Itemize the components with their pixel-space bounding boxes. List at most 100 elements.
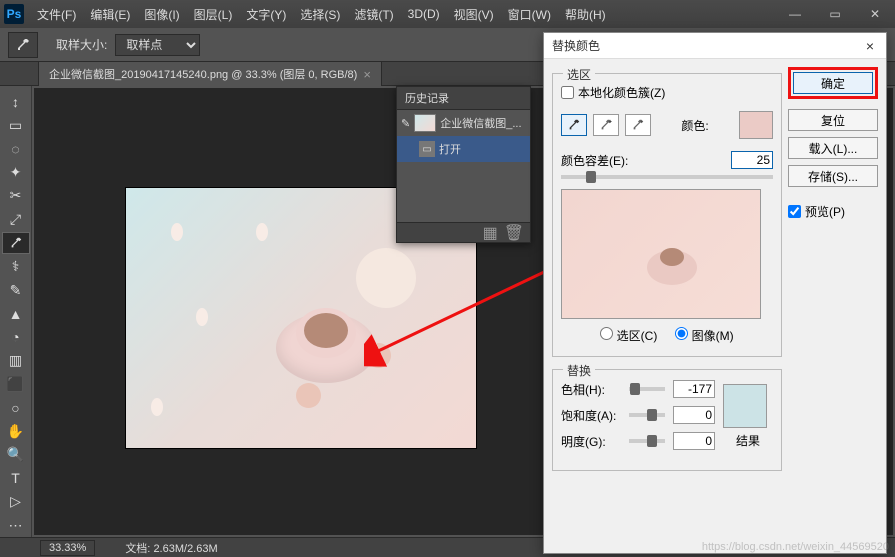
menu-select[interactable]: 选择(S) (293, 6, 347, 23)
selection-fieldset-label: 选区 (563, 66, 595, 83)
history-snapshot-row[interactable]: ✎ 企业微信截图_... (397, 110, 530, 136)
petal-decoration (196, 308, 208, 326)
color-label: 颜色: (681, 117, 708, 134)
menu-edit[interactable]: 编辑(E) (83, 6, 137, 23)
menu-3d[interactable]: 3D(D) (401, 7, 447, 21)
new-snapshot-icon[interactable]: ▦ (483, 223, 498, 243)
fuzziness-label: 颜色容差(E): (561, 152, 628, 169)
delete-state-icon[interactable]: 🗑 (504, 223, 524, 243)
history-brush-tool[interactable]: ◔ (2, 326, 30, 348)
result-label: 结果 (723, 432, 773, 449)
menu-help[interactable]: 帮助(H) (558, 6, 613, 23)
dialog-titlebar[interactable]: 替换颜色 × (544, 33, 886, 59)
watermark: https://blog.csdn.net/weixin_44569520 (702, 541, 889, 553)
load-button[interactable]: 载入(L)... (788, 137, 878, 159)
menu-view[interactable]: 视图(V) (447, 6, 501, 23)
rose-decoration (296, 383, 321, 408)
pen-tool[interactable]: 🔍 (2, 444, 30, 466)
lightness-label: 明度(G): (561, 433, 621, 450)
eyedropper-tool[interactable] (2, 232, 30, 254)
app-logo: Ps (4, 4, 24, 24)
crop-tool[interactable]: ✂ (2, 185, 30, 207)
preview-checkbox-input[interactable] (788, 205, 801, 218)
blur-tool[interactable]: ○ (2, 397, 30, 419)
dodge-tool[interactable]: ✋ (2, 420, 30, 442)
history-thumbnail (414, 114, 436, 132)
marquee-tool[interactable]: ▭ (2, 115, 30, 137)
sample-size-label: 取样大小: (56, 36, 107, 53)
menu-window[interactable]: 窗口(W) (501, 6, 558, 23)
preview-mode-image[interactable]: 图像(M) (675, 327, 733, 344)
eyedropper-sample[interactable] (561, 114, 587, 136)
tools-panel: ↕ ▭ ◌ ✦ ✂ ⤢ ⚕ ✎ ▲ ◔ ▥ ⬛ ○ ✋ 🔍 T ▷ ⋯ (0, 86, 32, 537)
saturation-label: 饱和度(A): (561, 407, 621, 424)
doc-size-label: 文档: (125, 543, 150, 555)
menu-filter[interactable]: 滤镜(T) (347, 6, 400, 23)
svg-text:-: - (641, 118, 643, 125)
more-tools[interactable]: ⋯ (2, 514, 30, 536)
history-row-label: 打开 (439, 141, 461, 157)
replace-fieldset: 替换 色相(H): 饱和度(A): (552, 369, 782, 471)
gradient-tool[interactable]: ⬛ (2, 373, 30, 395)
frame-tool[interactable]: ⤢ (2, 209, 30, 231)
replace-color-dialog: 替换颜色 × 选区 本地化颜色簇(Z) + - (543, 32, 887, 554)
preview-checkbox-label: 预览(P) (805, 203, 845, 220)
minimize-button[interactable]: — (775, 0, 815, 28)
type-tool[interactable]: T (2, 467, 30, 489)
fuzziness-input[interactable] (731, 151, 773, 169)
healing-brush-tool[interactable]: ⚕ (2, 256, 30, 278)
ok-button[interactable]: 确定 (793, 72, 873, 94)
lasso-tool[interactable]: ◌ (2, 138, 30, 160)
preview-checkbox[interactable]: 预览(P) (788, 203, 878, 220)
dialog-title: 替换颜色 (552, 37, 600, 54)
replace-fieldset-label: 替换 (563, 362, 595, 379)
saturation-slider[interactable] (629, 413, 665, 417)
history-panel-tab[interactable]: 历史记录 (397, 87, 530, 110)
rose-decoration (366, 343, 391, 368)
lightness-input[interactable] (673, 432, 715, 450)
selected-color-swatch[interactable] (739, 111, 773, 139)
menu-layer[interactable]: 图层(L) (187, 6, 240, 23)
magic-wand-tool[interactable]: ✦ (2, 162, 30, 184)
document-tab-title: 企业微信截图_20190417145240.png @ 33.3% (图层 0,… (49, 66, 357, 82)
menu-image[interactable]: 图像(I) (137, 6, 186, 23)
tool-preset-eyedropper[interactable] (8, 32, 38, 58)
selection-preview[interactable] (561, 189, 761, 319)
menu-file[interactable]: 文件(F) (30, 6, 83, 23)
history-state-row[interactable]: ▭ 打开 (397, 136, 530, 162)
petal-decoration (171, 223, 183, 241)
localized-clusters-checkbox[interactable]: 本地化颜色簇(Z) (561, 84, 773, 101)
close-window-button[interactable]: ✕ (855, 0, 895, 28)
zoom-level[interactable]: 33.33% (40, 540, 95, 556)
preview-mode-selection[interactable]: 选区(C) (600, 327, 657, 344)
hue-label: 色相(H): (561, 381, 621, 398)
eraser-tool[interactable]: ▥ (2, 350, 30, 372)
titlebar: Ps 文件(F) 编辑(E) 图像(I) 图层(L) 文字(Y) 选择(S) 滤… (0, 0, 895, 28)
eyedropper-subtract[interactable]: - (625, 114, 651, 136)
move-tool[interactable]: ↕ (2, 91, 30, 113)
reset-button[interactable]: 复位 (788, 109, 878, 131)
menu-type[interactable]: 文字(Y) (239, 6, 293, 23)
result-color-swatch[interactable] (723, 384, 767, 428)
saturation-input[interactable] (673, 406, 715, 424)
path-selection-tool[interactable]: ▷ (2, 491, 30, 513)
eyedropper-add[interactable]: + (593, 114, 619, 136)
history-brush-icon: ✎ (401, 117, 410, 130)
clone-stamp-tool[interactable]: ▲ (2, 303, 30, 325)
hue-input[interactable] (673, 380, 715, 398)
doc-size-value: 2.63M/2.63M (153, 543, 217, 555)
lightness-slider[interactable] (629, 439, 665, 443)
document-tab-close[interactable]: × (363, 67, 371, 82)
localized-clusters-label: 本地化颜色簇(Z) (578, 84, 665, 101)
maximize-button[interactable]: ▭ (815, 0, 855, 28)
localized-clusters-input[interactable] (561, 86, 574, 99)
dialog-close-button[interactable]: × (862, 38, 878, 54)
fuzziness-slider[interactable] (561, 175, 773, 179)
sample-size-select[interactable]: 取样点 (115, 34, 200, 56)
svg-text:+: + (609, 118, 613, 125)
document-tab[interactable]: 企业微信截图_20190417145240.png @ 33.3% (图层 0,… (38, 61, 382, 86)
hue-slider[interactable] (629, 387, 665, 391)
save-button[interactable]: 存储(S)... (788, 165, 878, 187)
ok-button-highlight: 确定 (788, 67, 878, 99)
brush-tool[interactable]: ✎ (2, 279, 30, 301)
